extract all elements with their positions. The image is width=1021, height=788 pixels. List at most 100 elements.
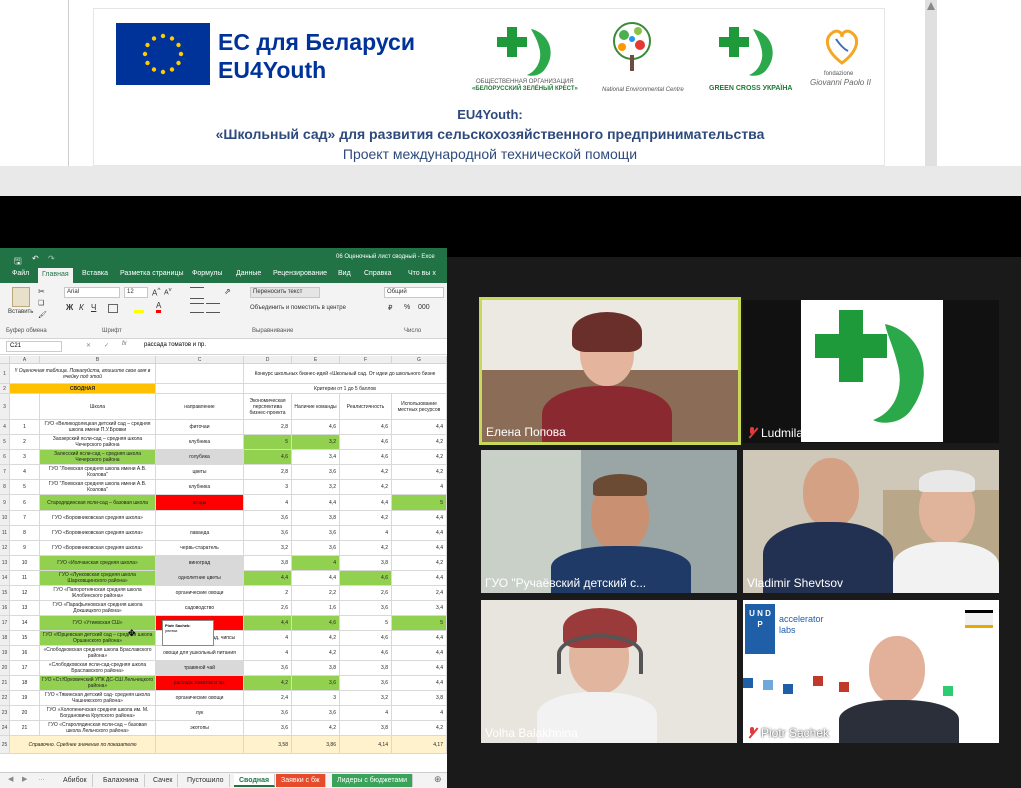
econ-score-cell[interactable]: 2,8 bbox=[244, 420, 292, 435]
real-score-cell[interactable]: 3,8 bbox=[340, 661, 392, 676]
real-score-cell[interactable]: 4 bbox=[340, 706, 392, 721]
row-header[interactable]: 19 bbox=[0, 646, 10, 661]
real-score-cell[interactable]: 4,6 bbox=[340, 631, 392, 646]
row-number-cell[interactable]: 4 bbox=[10, 465, 40, 480]
row-header[interactable]: 10 bbox=[0, 511, 10, 526]
avg-real-cell[interactable]: 4,14 bbox=[340, 736, 392, 754]
redo-icon[interactable]: ↷ bbox=[48, 254, 55, 263]
real-score-cell[interactable]: 3,6 bbox=[340, 601, 392, 616]
row-header[interactable]: 3 bbox=[0, 394, 10, 420]
col-econ-header[interactable]: Экономическая перспектива бизнес-проекта bbox=[244, 394, 292, 420]
row-number-cell[interactable]: 17 bbox=[10, 661, 40, 676]
econ-score-cell[interactable]: 2,4 bbox=[244, 691, 292, 706]
number-format-select[interactable]: Общий bbox=[384, 287, 444, 298]
row-number-cell[interactable]: 15 bbox=[10, 631, 40, 646]
average-label-cell[interactable]: Справочно. Среднее значение по показател… bbox=[10, 736, 156, 754]
align-top-icon[interactable] bbox=[190, 287, 204, 299]
paste-label[interactable]: Вставить bbox=[8, 309, 33, 315]
econ-score-cell[interactable]: 4,2 bbox=[244, 676, 292, 691]
local-score-cell[interactable]: 2,4 bbox=[392, 586, 447, 601]
sheet-tab-applications[interactable]: Заявки с бж bbox=[276, 774, 326, 787]
currency-icon[interactable]: ₽ bbox=[388, 304, 392, 312]
local-score-cell[interactable]: 4 bbox=[392, 480, 447, 495]
direction-cell[interactable] bbox=[156, 511, 244, 526]
school-cell[interactable]: ГУО «Боровниковская средняя школа» bbox=[40, 541, 156, 556]
row-header[interactable]: 2 bbox=[0, 384, 10, 394]
team-score-cell[interactable]: 4,6 bbox=[292, 420, 340, 435]
fill-color-icon[interactable] bbox=[134, 303, 144, 313]
team-score-cell[interactable]: 3,6 bbox=[292, 676, 340, 691]
direction-cell[interactable]: ягоды bbox=[156, 495, 244, 511]
column-header[interactable]: D bbox=[244, 356, 292, 364]
row-header[interactable]: 16 bbox=[0, 601, 10, 616]
direction-cell[interactable]: однолетние цветы bbox=[156, 571, 244, 586]
local-score-cell[interactable]: 4,4 bbox=[392, 676, 447, 691]
row-number-cell[interactable]: 6 bbox=[10, 495, 40, 511]
local-score-cell[interactable]: 4,4 bbox=[392, 420, 447, 435]
direction-cell[interactable]: органические овощи bbox=[156, 586, 244, 601]
col-school-header[interactable]: Школа bbox=[40, 394, 156, 420]
direction-cell[interactable]: экотопы bbox=[156, 721, 244, 736]
team-score-cell[interactable]: 3 bbox=[292, 691, 340, 706]
econ-score-cell[interactable]: 3,6 bbox=[244, 706, 292, 721]
school-cell[interactable]: «Слободковская средняя школа Браславског… bbox=[40, 646, 156, 661]
school-cell[interactable]: ГУО «Холопеничская средняя школа им. М. … bbox=[40, 706, 156, 721]
contest-title-cell[interactable]: Конкурс школьных бизнес-идей «Школьный с… bbox=[244, 364, 447, 384]
econ-score-cell[interactable]: 3,6 bbox=[244, 721, 292, 736]
name-box[interactable]: C21 bbox=[6, 341, 62, 352]
format-painter-icon[interactable]: 🖌 bbox=[38, 311, 47, 319]
econ-score-cell[interactable]: 3,8 bbox=[244, 556, 292, 571]
local-score-cell[interactable]: 4,4 bbox=[392, 541, 447, 556]
real-score-cell[interactable]: 4,6 bbox=[340, 435, 392, 450]
scroll-up-icon[interactable] bbox=[927, 2, 935, 10]
real-score-cell[interactable]: 4,2 bbox=[340, 511, 392, 526]
econ-score-cell[interactable]: 4 bbox=[244, 631, 292, 646]
font-color-icon[interactable]: A bbox=[156, 302, 162, 313]
row-header[interactable]: 20 bbox=[0, 661, 10, 676]
real-score-cell[interactable]: 2,6 bbox=[340, 586, 392, 601]
row-number-cell[interactable]: 10 bbox=[10, 556, 40, 571]
real-score-cell[interactable]: 4,6 bbox=[340, 420, 392, 435]
worksheet-grid[interactable]: A B C D E F G 1!! Оценочная таблица. Пожалуйста… bbox=[0, 356, 447, 774]
video-tile-volha[interactable]: Volha Balakhnina bbox=[481, 600, 737, 743]
local-score-cell[interactable]: 4,2 bbox=[392, 465, 447, 480]
row-number-cell[interactable]: 14 bbox=[10, 616, 40, 631]
team-score-cell[interactable]: 3,6 bbox=[292, 541, 340, 556]
thousands-icon[interactable]: 000 bbox=[418, 304, 430, 311]
real-score-cell[interactable]: 4,2 bbox=[340, 465, 392, 480]
team-score-cell[interactable]: 3,8 bbox=[292, 661, 340, 676]
enter-icon[interactable]: ✓ bbox=[104, 342, 109, 349]
team-score-cell[interactable]: 2,2 bbox=[292, 586, 340, 601]
tab-tell-me[interactable]: Что вы х bbox=[408, 270, 436, 277]
formula-input[interactable]: рассада томатов и пр. bbox=[144, 342, 206, 348]
italic-icon[interactable]: К bbox=[79, 303, 84, 312]
econ-score-cell[interactable]: 3,6 bbox=[244, 526, 292, 541]
school-cell[interactable]: ГУО «Юрцевская детский сад – средняя шко… bbox=[40, 631, 156, 646]
local-score-cell[interactable]: 5 bbox=[392, 495, 447, 511]
shrink-font-icon[interactable]: Av bbox=[164, 287, 172, 296]
econ-score-cell[interactable]: 2 bbox=[244, 586, 292, 601]
direction-cell[interactable]: червь-старатель bbox=[156, 541, 244, 556]
row-number-cell[interactable]: 5 bbox=[10, 480, 40, 495]
tab-page-layout[interactable]: Разметка страницы bbox=[120, 270, 184, 277]
row-number-cell[interactable]: 2 bbox=[10, 435, 40, 450]
local-score-cell[interactable]: 4,4 bbox=[392, 511, 447, 526]
tab-help[interactable]: Справка bbox=[364, 270, 391, 277]
row-number-cell[interactable]: 16 bbox=[10, 646, 40, 661]
video-tile-ludmila[interactable]: Ludmila Skakun GCBY bbox=[743, 300, 999, 443]
row-header[interactable]: 6 bbox=[0, 450, 10, 465]
direction-cell[interactable]: лаванда bbox=[156, 526, 244, 541]
real-score-cell[interactable]: 4,4 bbox=[340, 495, 392, 511]
row-header[interactable]: 5 bbox=[0, 435, 10, 450]
team-score-cell[interactable]: 3,6 bbox=[292, 706, 340, 721]
col-local-header[interactable]: Использование местных ресурсов bbox=[392, 394, 447, 420]
video-tile-elena[interactable]: Елена Попова bbox=[479, 297, 741, 445]
team-score-cell[interactable]: 3,8 bbox=[292, 511, 340, 526]
row-header[interactable]: 21 bbox=[0, 676, 10, 691]
school-cell[interactable]: ГУО «Боровниковская средняя школа» bbox=[40, 526, 156, 541]
row-number-cell[interactable]: 8 bbox=[10, 526, 40, 541]
team-score-cell[interactable]: 4,2 bbox=[292, 721, 340, 736]
row-header[interactable]: 4 bbox=[0, 420, 10, 435]
cell[interactable] bbox=[10, 394, 40, 420]
row-number-cell[interactable]: 11 bbox=[10, 571, 40, 586]
